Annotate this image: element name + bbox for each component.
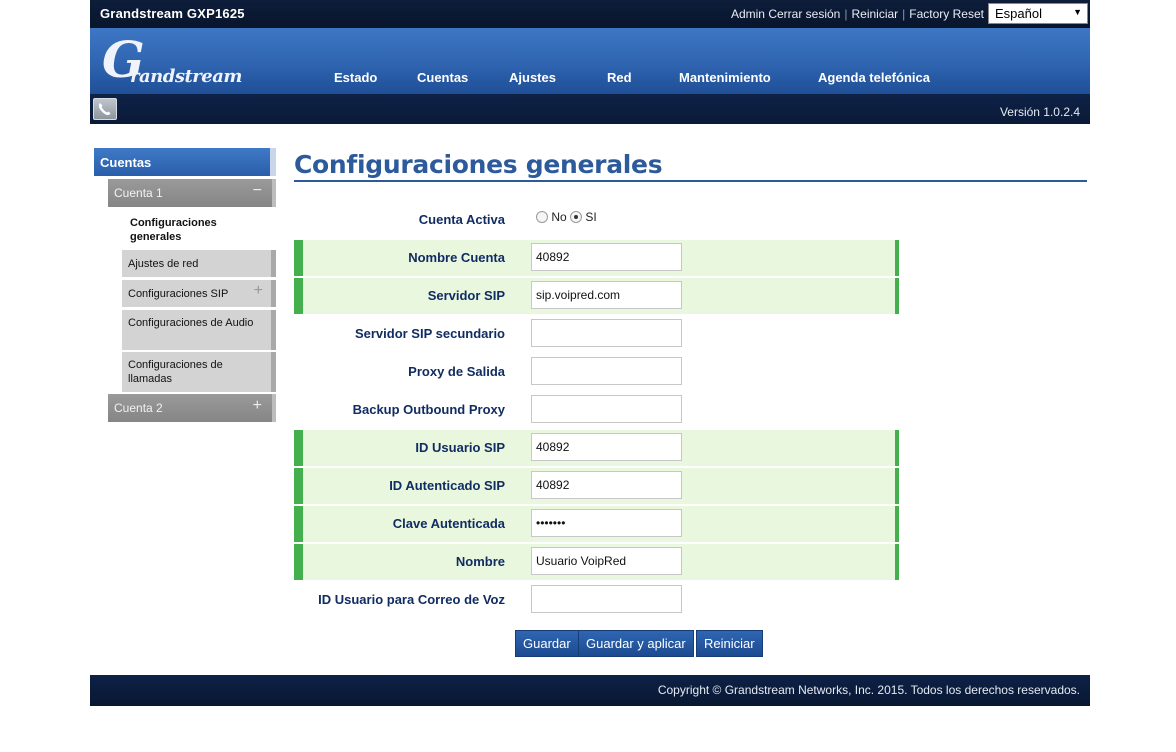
id-usuario-sip-input[interactable] xyxy=(531,433,682,461)
form-row: Nombre Cuenta xyxy=(294,240,899,276)
form-row: Backup Outbound Proxy xyxy=(294,392,899,428)
sidebar-item-configuraciones-sip[interactable]: Configuraciones SIP + xyxy=(122,280,276,307)
clave-autenticada-input[interactable] xyxy=(531,509,682,537)
form-row: ID Usuario SIP xyxy=(294,430,899,466)
field-label: Cuenta Activa xyxy=(418,212,505,227)
id-usuario-correo-voz-input[interactable] xyxy=(531,585,682,613)
cuenta-activa-row: Cuenta Activa No SI xyxy=(294,202,899,238)
phone-button[interactable] xyxy=(93,98,117,120)
sidebar-item-label: Configuraciones generales xyxy=(130,217,217,243)
radio-si[interactable] xyxy=(570,211,583,223)
servidor-sip-input[interactable] xyxy=(531,281,682,309)
main-nav: Estado Cuentas Ajustes Red Mantenimiento… xyxy=(90,70,1090,90)
servidor-sip-secundario-input[interactable] xyxy=(531,319,682,347)
sidebar-item-label: Ajustes de red xyxy=(128,258,199,270)
page-title: Configuraciones generales xyxy=(294,150,663,179)
nav-cuentas[interactable]: Cuentas xyxy=(417,70,468,85)
sidebar-item-ajustes-de-red[interactable]: Ajustes de red xyxy=(122,250,276,277)
backup-outbound-proxy-input[interactable] xyxy=(531,395,682,423)
nav-band: G randstream Estado Cuentas Ajustes Red … xyxy=(90,28,1090,94)
account-1-label: Cuenta 1 xyxy=(114,186,163,200)
form-row: Clave Autenticada xyxy=(294,506,899,542)
nombre-input[interactable] xyxy=(531,547,682,575)
form-row: Servidor SIP secundario xyxy=(294,316,899,352)
dropdown-arrow-icon: ▼ xyxy=(1073,7,1082,17)
proxy-salida-input[interactable] xyxy=(531,357,682,385)
sidebar-item-label: Configuraciones de llamadas xyxy=(128,359,223,385)
nav-agenda[interactable]: Agenda telefónica xyxy=(818,70,930,85)
field-label: Proxy de Salida xyxy=(408,364,505,379)
sidebar-item-configuraciones-llamadas[interactable]: Configuraciones de llamadas xyxy=(122,352,276,392)
field-label: Backup Outbound Proxy xyxy=(352,402,505,417)
field-label: ID Autenticado SIP xyxy=(389,478,505,493)
header-links: Admin Cerrar sesión | Reiniciar | Factory Re… xyxy=(731,7,984,21)
radio-no-label: No xyxy=(551,210,567,224)
field-label: Clave Autenticada xyxy=(392,516,505,531)
language-select[interactable]: Español ▼ xyxy=(988,3,1088,24)
form-row: Nombre xyxy=(294,544,899,580)
factory-reset-link[interactable]: Factory Reset xyxy=(909,7,984,21)
nav-red[interactable]: Red xyxy=(607,70,632,85)
sidebar-account-2[interactable]: Cuenta 2 + xyxy=(108,394,276,422)
collapse-icon: − xyxy=(252,182,262,199)
device-title: Grandstream GXP1625 xyxy=(100,6,245,21)
field-label: ID Usuario para Correo de Voz xyxy=(318,592,505,607)
field-label: Nombre Cuenta xyxy=(408,250,505,265)
nav-estado[interactable]: Estado xyxy=(334,70,377,85)
title-divider xyxy=(294,180,1087,182)
account-2-label: Cuenta 2 xyxy=(114,401,163,415)
reboot-link[interactable]: Reiniciar xyxy=(851,7,898,21)
field-label: Servidor SIP xyxy=(427,288,505,303)
sub-bar: Versión 1.0.2.4 xyxy=(90,94,1090,124)
nav-ajustes[interactable]: Ajustes xyxy=(509,70,556,85)
firmware-version: Versión 1.0.2.4 xyxy=(999,105,1080,119)
sidebar-item-configuraciones-generales[interactable]: Configuraciones generales xyxy=(122,212,276,248)
logout-link[interactable]: Cerrar sesión xyxy=(768,7,840,21)
sidebar-item-label: Configuraciones de Audio xyxy=(128,317,254,329)
footer: Copyright © Grandstream Networks, Inc. 2… xyxy=(90,675,1090,706)
expand-icon: + xyxy=(252,397,262,414)
nav-mantenimiento[interactable]: Mantenimiento xyxy=(679,70,771,85)
copyright-text: Copyright © Grandstream Networks, Inc. 2… xyxy=(657,683,1080,697)
radio-no[interactable] xyxy=(536,211,548,223)
cuenta-activa-radios: No SI xyxy=(536,210,597,224)
save-apply-button[interactable]: Guardar y aplicar xyxy=(578,630,694,657)
field-label: Nombre xyxy=(455,554,505,569)
nombre-cuenta-input[interactable] xyxy=(531,243,682,271)
field-label: ID Usuario SIP xyxy=(415,440,505,455)
save-button[interactable]: Guardar xyxy=(515,630,579,657)
form-row: ID Autenticado SIP xyxy=(294,468,899,504)
link-separator: | xyxy=(844,7,848,21)
form-row: ID Usuario para Correo de Voz xyxy=(294,582,899,618)
phone-icon xyxy=(98,103,111,115)
sidebar-heading[interactable]: Cuentas xyxy=(94,148,276,176)
id-autenticado-sip-input[interactable] xyxy=(531,471,682,499)
link-separator: | xyxy=(902,7,906,21)
field-label: Servidor SIP secundario xyxy=(354,326,505,341)
sidebar-item-label: Configuraciones SIP xyxy=(128,288,229,300)
radio-si-label: SI xyxy=(585,210,597,224)
sidebar-account-1[interactable]: Cuenta 1 − xyxy=(108,179,276,207)
sidebar-item-configuraciones-audio[interactable]: Configuraciones de Audio xyxy=(122,310,276,350)
top-bar: Grandstream GXP1625 Admin Cerrar sesión |… xyxy=(90,0,1090,28)
form-row: Proxy de Salida xyxy=(294,354,899,390)
language-value: Español xyxy=(995,6,1042,21)
admin-link[interactable]: Admin xyxy=(731,7,765,21)
expand-icon: + xyxy=(253,282,263,299)
reset-button[interactable]: Reiniciar xyxy=(696,630,763,657)
form-row: Servidor SIP xyxy=(294,278,899,314)
